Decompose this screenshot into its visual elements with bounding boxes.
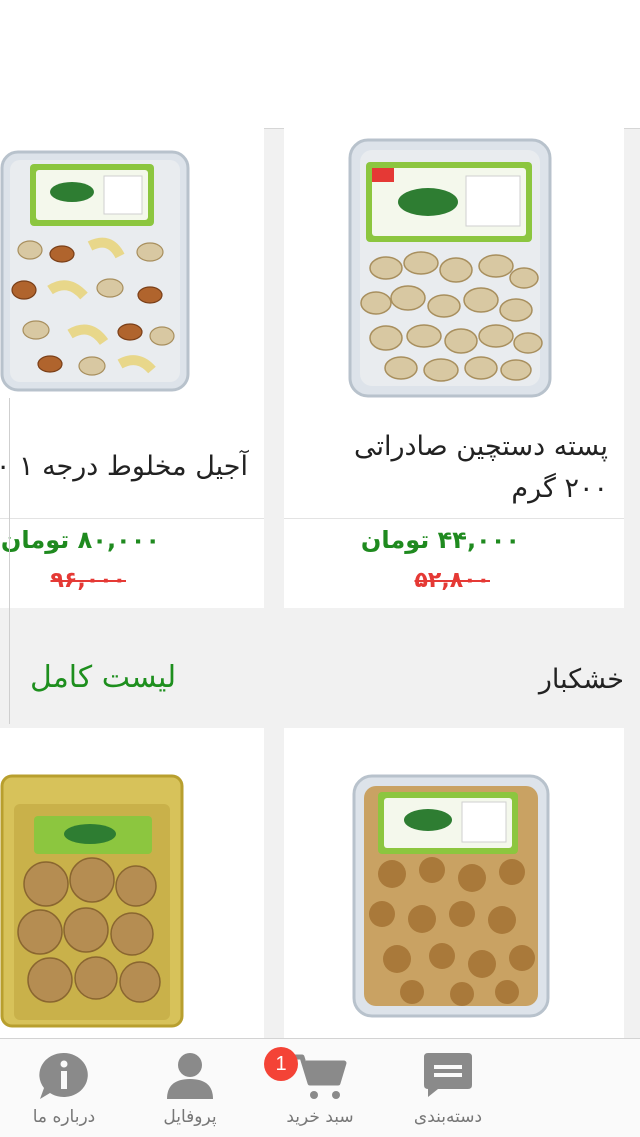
product-title: آجیل مخلوط درجه ۱ ۳۰۰ xyxy=(0,451,248,482)
nav-cart[interactable]: 1 سبد خرید xyxy=(260,1039,380,1137)
divider xyxy=(0,518,264,519)
product-image-mixed-nuts xyxy=(0,150,190,392)
product-image-walnut xyxy=(352,774,550,1018)
divider xyxy=(284,518,624,519)
product-card-walnut[interactable] xyxy=(284,728,624,1048)
nav-categories[interactable]: دسته‌بندی xyxy=(388,1039,508,1137)
user-icon xyxy=(167,1053,213,1099)
product-card-dried-lime[interactable] xyxy=(0,728,264,1048)
top-app-bar xyxy=(0,0,640,129)
product-price: ۴۴,۰۰۰ تومان xyxy=(360,526,520,554)
section-title: خشکبار xyxy=(538,664,624,695)
cart-badge: 1 xyxy=(264,1047,298,1081)
bottom-navigation: دسته‌بندی 1 سبد خرید پروفایل درباره ما xyxy=(0,1038,640,1137)
product-card-mixed-nuts[interactable]: آجیل مخلوط درجه ۱ ۳۰۰ ۸۰,۰۰۰ تومان ۹۶,۰۰… xyxy=(0,128,264,608)
product-old-price: ۹۶,۰۰۰ xyxy=(50,568,127,593)
nav-about[interactable]: درباره ما xyxy=(4,1039,124,1137)
product-image-pistachio xyxy=(348,138,552,398)
nav-label: پروفایل xyxy=(163,1107,217,1127)
nav-label: درباره ما xyxy=(32,1107,96,1127)
nav-label: سبد خرید xyxy=(286,1107,354,1127)
view-all-link[interactable]: لیست کامل xyxy=(30,660,176,695)
info-icon xyxy=(39,1052,88,1099)
product-title: پسته دستچین صادراتی ۲۰۰ گرم xyxy=(353,431,608,504)
product-image-dried-lime xyxy=(0,774,184,1028)
chat-icon xyxy=(424,1053,472,1097)
product-old-price: ۵۲,۸۰۰ xyxy=(414,568,491,593)
cart-icon xyxy=(294,1054,347,1099)
nav-label: دسته‌بندی xyxy=(413,1107,483,1127)
scroll-edge-line xyxy=(9,398,10,724)
nav-profile[interactable]: پروفایل xyxy=(130,1039,250,1137)
product-card-pistachio[interactable]: پسته دستچین صادراتی ۲۰۰ گرم ۴۴,۰۰۰ تومان… xyxy=(284,128,624,608)
product-price: ۸۰,۰۰۰ تومان xyxy=(0,526,160,554)
